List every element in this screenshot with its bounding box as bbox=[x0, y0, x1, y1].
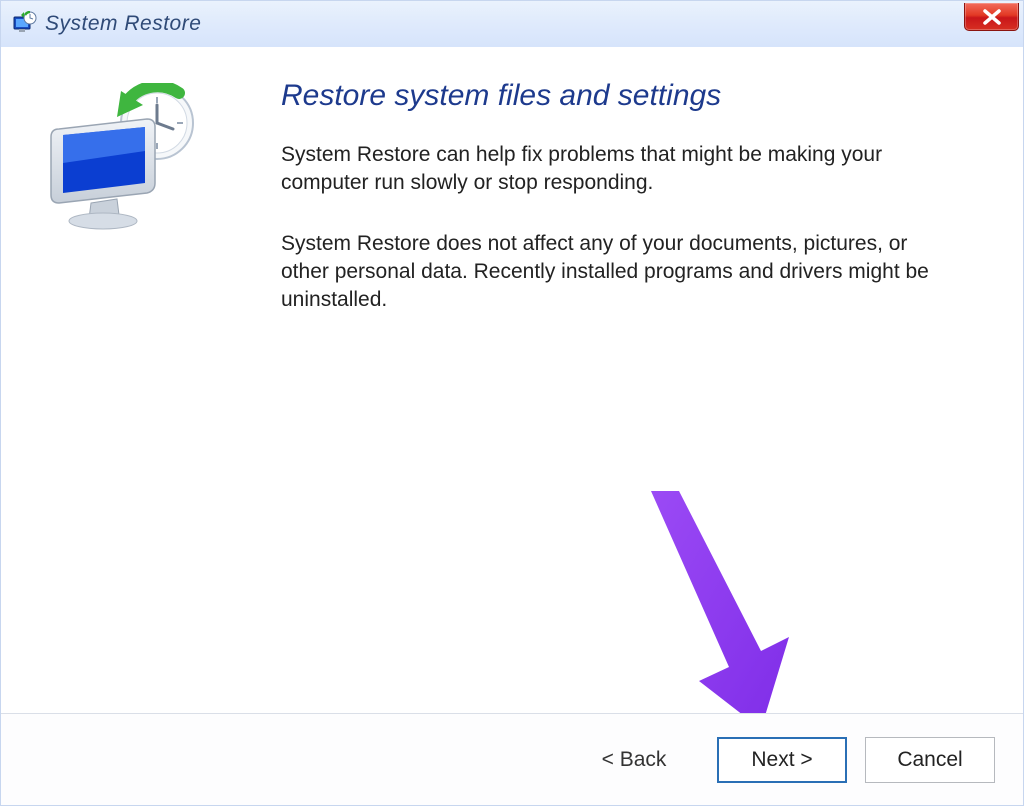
page-heading: Restore system files and settings bbox=[281, 79, 979, 113]
back-button-label: < Back bbox=[602, 748, 667, 772]
cancel-button-label: Cancel bbox=[897, 748, 962, 772]
window-title: System Restore bbox=[45, 12, 201, 36]
titlebar[interactable]: System Restore bbox=[1, 1, 1023, 47]
system-restore-icon bbox=[11, 11, 37, 37]
intro-paragraph-2: System Restore does not affect any of yo… bbox=[281, 230, 961, 313]
cancel-button[interactable]: Cancel bbox=[865, 737, 995, 783]
body-text: Restore system files and settings System… bbox=[275, 77, 979, 713]
close-button[interactable] bbox=[964, 3, 1019, 31]
close-icon bbox=[981, 9, 1003, 25]
back-button: < Back bbox=[569, 737, 699, 783]
next-button[interactable]: Next > bbox=[717, 737, 847, 783]
next-button-label: Next > bbox=[751, 748, 812, 772]
content-area: Restore system files and settings System… bbox=[1, 47, 1023, 713]
system-restore-window: System Restore bbox=[0, 0, 1024, 806]
intro-paragraph-1: System Restore can help fix problems tha… bbox=[281, 141, 961, 196]
wizard-footer: < Back Next > Cancel bbox=[1, 713, 1023, 805]
restore-illustration bbox=[45, 77, 275, 713]
